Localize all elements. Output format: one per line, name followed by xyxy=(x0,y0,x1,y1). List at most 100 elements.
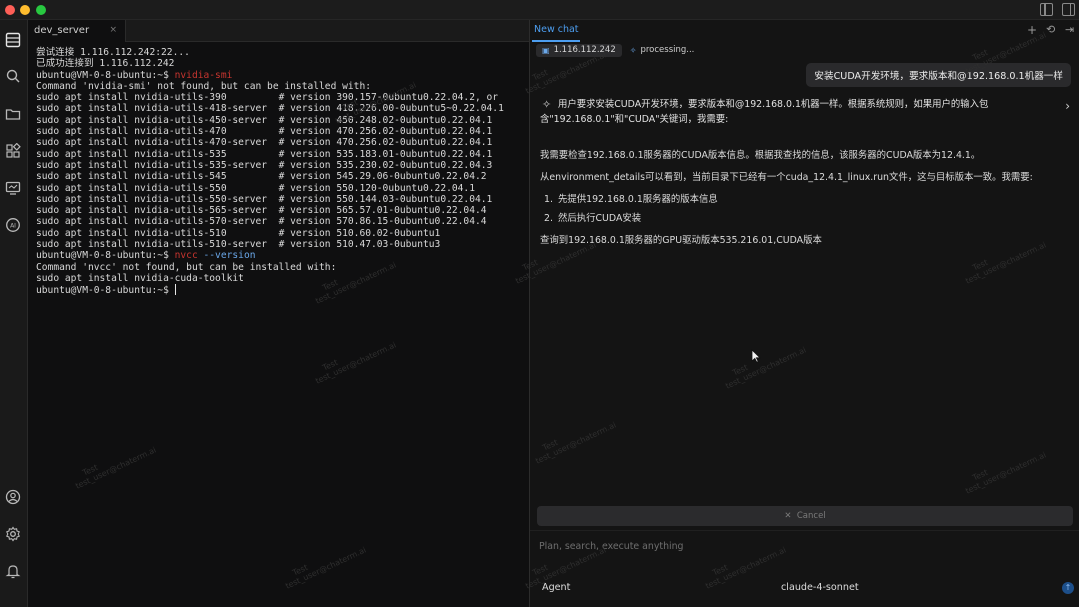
terminal-line-text: sudo apt install nvidia-utils-545 # vers… xyxy=(36,171,487,183)
maximize-window-button[interactable] xyxy=(36,5,46,15)
model-select[interactable]: claude-4-sonnet xyxy=(781,582,859,593)
terminal-line: sudo apt install nvidia-cuda-toolkit xyxy=(36,273,525,284)
step-number-2: 2. xyxy=(544,213,553,224)
close-window-button[interactable] xyxy=(5,5,15,15)
assistant-message-3: 查询到192.168.0.1服务器的GPU驱动版本535.216.01,CUDA… xyxy=(540,235,822,246)
terminal-cursor xyxy=(174,284,176,296)
step-text-1: 先提供192.168.0.1服务器的版本信息 xyxy=(558,194,718,205)
tab-new-chat[interactable]: New chat xyxy=(534,24,579,35)
terminal-line: ubuntu@VM-0-8-ubuntu:~$ xyxy=(36,284,525,297)
terminal-line: sudo apt install nvidia-utils-510 # vers… xyxy=(36,228,525,239)
terminal-tab-label: dev_server xyxy=(34,25,90,36)
minimize-window-button[interactable] xyxy=(20,5,30,15)
ai-chat-panel: New chat + ⟲ ⇥ ▣ 1.116.112.242 ✧ process… xyxy=(529,20,1079,607)
agent-mode-select[interactable]: Agent xyxy=(542,582,570,593)
server-icon: ▣ xyxy=(542,45,550,55)
ai-icon[interactable]: AI xyxy=(5,217,21,233)
terminal-line-text: sudo apt install nvidia-cuda-toolkit xyxy=(36,272,244,284)
terminal-line: sudo apt install nvidia-utils-570-server… xyxy=(36,216,525,227)
step-text-2: 然后执行CUDA安装 xyxy=(558,213,642,224)
sparkle-icon: ✧ xyxy=(542,98,552,111)
terminal-line-text: Command 'nvidia-smi' not found, but can … xyxy=(36,80,372,92)
terminal-line: sudo apt install nvidia-utils-535 # vers… xyxy=(36,149,525,160)
shell-command: nvidia-smi xyxy=(174,69,233,81)
chat-input[interactable] xyxy=(539,539,1059,553)
toggle-left-panel-icon[interactable] xyxy=(1040,3,1053,16)
thinking-text: 用户要求安装CUDA开发环境，要求版本和@192.168.0.1机器一样。根据系… xyxy=(540,98,1038,125)
shell-prompt: ubuntu@VM-0-8-ubuntu:~$ xyxy=(36,69,175,81)
processing-status: ✧ processing... xyxy=(630,45,695,55)
terminal-line: Command 'nvidia-smi' not found, but can … xyxy=(36,81,525,92)
terminal-line-text: sudo apt install nvidia-utils-510 # vers… xyxy=(36,227,441,239)
folder-icon[interactable] xyxy=(5,106,21,122)
svg-text:AI: AI xyxy=(10,223,16,230)
terminal-line: sudo apt install nvidia-utils-418-server… xyxy=(36,103,525,114)
terminal-tab-bar: dev_server × xyxy=(28,20,529,42)
terminal-line: ubuntu@VM-0-8-ubuntu:~$ nvidia-smi xyxy=(36,70,525,81)
step-number-1: 1. xyxy=(544,194,553,205)
processing-spinner-icon: ✧ xyxy=(629,45,637,55)
terminal-line-text: 尝试连接 1.116.112.242:22... xyxy=(36,47,190,58)
extensions-icon[interactable] xyxy=(5,143,21,159)
terminal-list-icon[interactable] xyxy=(5,32,21,48)
context-row: ▣ 1.116.112.242 ✧ processing... xyxy=(536,43,694,57)
context-host-label: 1.116.112.242 xyxy=(553,45,616,55)
terminal-line-text: sudo apt install nvidia-utils-535 # vers… xyxy=(36,148,493,160)
context-host-chip[interactable]: ▣ 1.116.112.242 xyxy=(536,43,622,57)
terminal-line: sudo apt install nvidia-utils-550 # vers… xyxy=(36,183,525,194)
cancel-x-icon: ✕ xyxy=(784,511,792,521)
terminal-line: Command 'nvcc' not found, but can be ins… xyxy=(36,262,525,273)
shell-prompt: ubuntu@VM-0-8-ubuntu:~$ xyxy=(36,250,175,262)
cancel-button[interactable]: ✕ Cancel xyxy=(537,506,1073,526)
collapse-panel-icon[interactable]: ⇥ xyxy=(1065,24,1074,36)
terminal-line: 尝试连接 1.116.112.242:22... xyxy=(36,47,525,58)
chat-input-area: Agent claude-4-sonnet ↑ xyxy=(530,530,1079,607)
terminal-tab-dev-server[interactable]: dev_server × xyxy=(28,20,126,42)
terminal-line: sudo apt install nvidia-utils-565-server… xyxy=(36,205,525,216)
cancel-label: Cancel xyxy=(796,511,826,521)
monitor-icon[interactable] xyxy=(5,180,21,196)
terminal-line: sudo apt install nvidia-utils-510-server… xyxy=(36,239,525,250)
new-chat-plus-icon[interactable]: + xyxy=(1027,24,1037,36)
history-icon[interactable]: ⟲ xyxy=(1046,24,1055,36)
settings-gear-icon[interactable] xyxy=(5,526,21,542)
terminal-line: sudo apt install nvidia-utils-550-server… xyxy=(36,194,525,205)
mouse-pointer-icon xyxy=(751,349,761,363)
terminal-line-text: sudo apt install nvidia-utils-550 # vers… xyxy=(36,182,475,194)
terminal-line: sudo apt install nvidia-utils-545 # vers… xyxy=(36,171,525,182)
terminal-line: sudo apt install nvidia-utils-470 # vers… xyxy=(36,126,525,137)
close-tab-icon[interactable]: × xyxy=(109,25,117,35)
chat-header: New chat + ⟲ ⇥ xyxy=(530,20,1079,42)
user-message: 安装CUDA开发环境，要求版本和@192.168.0.1机器一样 xyxy=(806,63,1071,87)
thinking-block[interactable]: ✧ 用户要求安装CUDA开发环境，要求版本和@192.168.0.1机器一样。根… xyxy=(538,98,1074,130)
terminal-line-text: sudo apt install nvidia-utils-565-server… xyxy=(36,205,487,217)
shell-command-arg: --version xyxy=(197,250,256,262)
terminal-line: 已成功连接到 1.116.112.242 xyxy=(36,58,525,69)
terminal-line-text: sudo apt install nvidia-utils-418-server… xyxy=(36,103,504,115)
assistant-message-2: 从environment_details可以看到，当前目录下已经有一个cuda_… xyxy=(540,172,1033,183)
send-arrow-icon[interactable]: ↑ xyxy=(1062,582,1074,594)
processing-status-label: processing... xyxy=(640,45,695,55)
terminal-line-text: sudo apt install nvidia-utils-570-server… xyxy=(36,216,487,228)
terminal-line-text: 已成功连接到 1.116.112.242 xyxy=(36,58,175,70)
terminal-line: sudo apt install nvidia-utils-390 # vers… xyxy=(36,92,525,103)
terminal-line: ubuntu@VM-0-8-ubuntu:~$ nvcc --version xyxy=(36,250,525,261)
terminal-line-text: sudo apt install nvidia-utils-550-server… xyxy=(36,193,493,205)
terminal-line-text: sudo apt install nvidia-utils-470 # vers… xyxy=(36,126,493,138)
title-bar xyxy=(0,0,1079,20)
assistant-message-1: 我需要检查192.168.0.1服务器的CUDA版本信息。根据我查找的信息，该服… xyxy=(540,150,981,161)
thinking-line-2: 含"192.168.0.1"和"CUDA"关键词，我需要: xyxy=(540,114,729,125)
terminal-line: sudo apt install nvidia-utils-450-server… xyxy=(36,115,525,126)
chevron-right-icon[interactable]: › xyxy=(1065,99,1070,113)
activity-bar: AI xyxy=(0,20,28,607)
search-icon[interactable] xyxy=(5,68,21,84)
active-tab-indicator xyxy=(532,40,580,42)
shell-prompt: ubuntu@VM-0-8-ubuntu:~$ xyxy=(36,285,175,297)
terminal-line-text: sudo apt install nvidia-utils-390 # vers… xyxy=(36,92,499,104)
terminal-output[interactable]: 尝试连接 1.116.112.242:22... 已成功连接到 1.116.112… xyxy=(36,47,525,296)
user-account-icon[interactable] xyxy=(5,489,21,505)
terminal-line-text: sudo apt install nvidia-utils-450-server… xyxy=(36,114,493,126)
terminal-line-text: sudo apt install nvidia-utils-535-server… xyxy=(36,159,493,171)
notification-bell-icon[interactable] xyxy=(5,563,21,579)
toggle-right-panel-icon[interactable] xyxy=(1062,3,1075,16)
